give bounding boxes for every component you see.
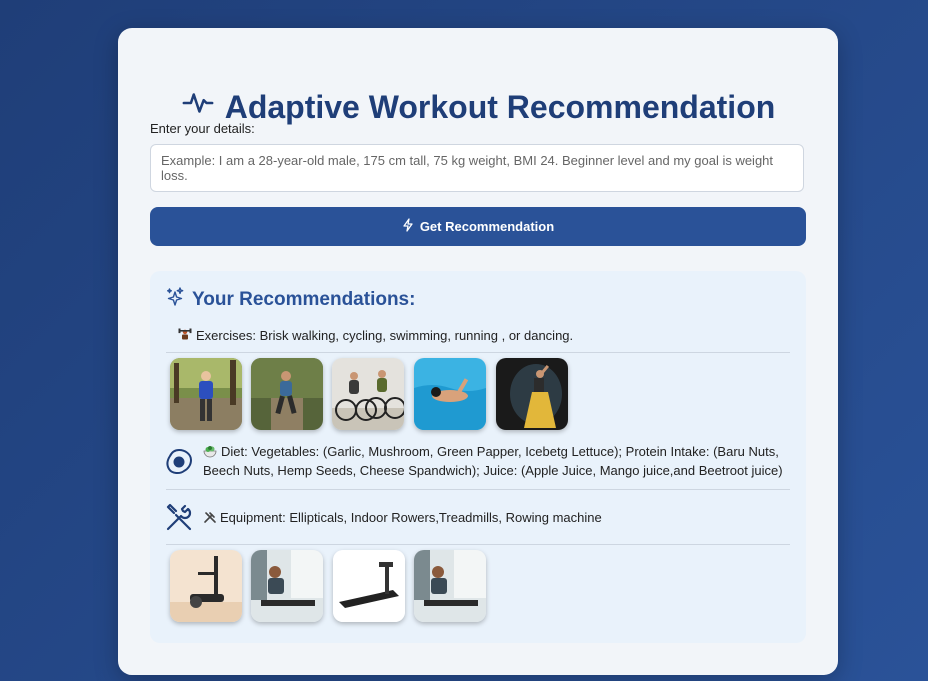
exercises-row: Exercises: Brisk walking, cycling, swimm… (178, 326, 573, 345)
sparkles-icon (166, 287, 184, 313)
diet-text-line2: Beech Nuts, Hemp Seeds, Cheese Spandwich… (203, 463, 783, 478)
equipment-image-elliptical (170, 550, 242, 622)
exercise-image-running (251, 358, 323, 430)
equipment-image-treadmill (333, 550, 405, 622)
divider (166, 544, 790, 545)
hammer-wrench-emoji-icon (203, 510, 217, 524)
equipment-row: Equipment: Ellipticals, Indoor Rowers,Tr… (203, 508, 602, 527)
exercises-text: Exercises: Brisk walking, cycling, swimm… (196, 328, 574, 343)
exercise-image-swimming (414, 358, 486, 430)
get-recommendation-button[interactable]: Get Recommendation (150, 207, 806, 246)
recommendations-heading-text: Your Recommendations: (192, 289, 416, 310)
equipment-text: Equipment: Ellipticals, Indoor Rowers,Tr… (220, 510, 602, 525)
details-input-placeholder: Example: I am a 28-year-old male, 175 cm… (161, 153, 774, 183)
fried-egg-icon (164, 447, 194, 477)
weightlifter-emoji-icon (178, 328, 192, 342)
exercise-image-cycling (332, 358, 404, 430)
lightning-icon (402, 218, 414, 235)
exercise-image-dancing (496, 358, 568, 430)
salad-emoji-icon (203, 444, 217, 458)
exercise-image-walking (170, 358, 242, 430)
tools-icon (164, 503, 194, 533)
diet-text-line1: Diet: Vegetables: (Garlic, Mushroom, Gre… (221, 444, 779, 459)
recommendations-panel: Your Recommendations: Exercises: Brisk w… (150, 271, 806, 643)
diet-row: Diet: Vegetables: (Garlic, Mushroom, Gre… (203, 442, 793, 480)
recommendations-heading: Your Recommendations: (166, 287, 415, 313)
divider (166, 489, 790, 490)
get-recommendation-label: Get Recommendation (419, 219, 555, 234)
divider (166, 352, 790, 353)
equipment-image-rower (251, 550, 323, 622)
input-label: Enter your details: (150, 121, 255, 136)
page-title-text: Adaptive Workout Recommendation (224, 88, 776, 125)
equipment-image-rowing-machine (414, 550, 486, 622)
details-input[interactable]: Example: I am a 28-year-old male, 175 cm… (150, 144, 804, 192)
main-card: Adaptive Workout Recommendation Enter yo… (118, 28, 838, 675)
